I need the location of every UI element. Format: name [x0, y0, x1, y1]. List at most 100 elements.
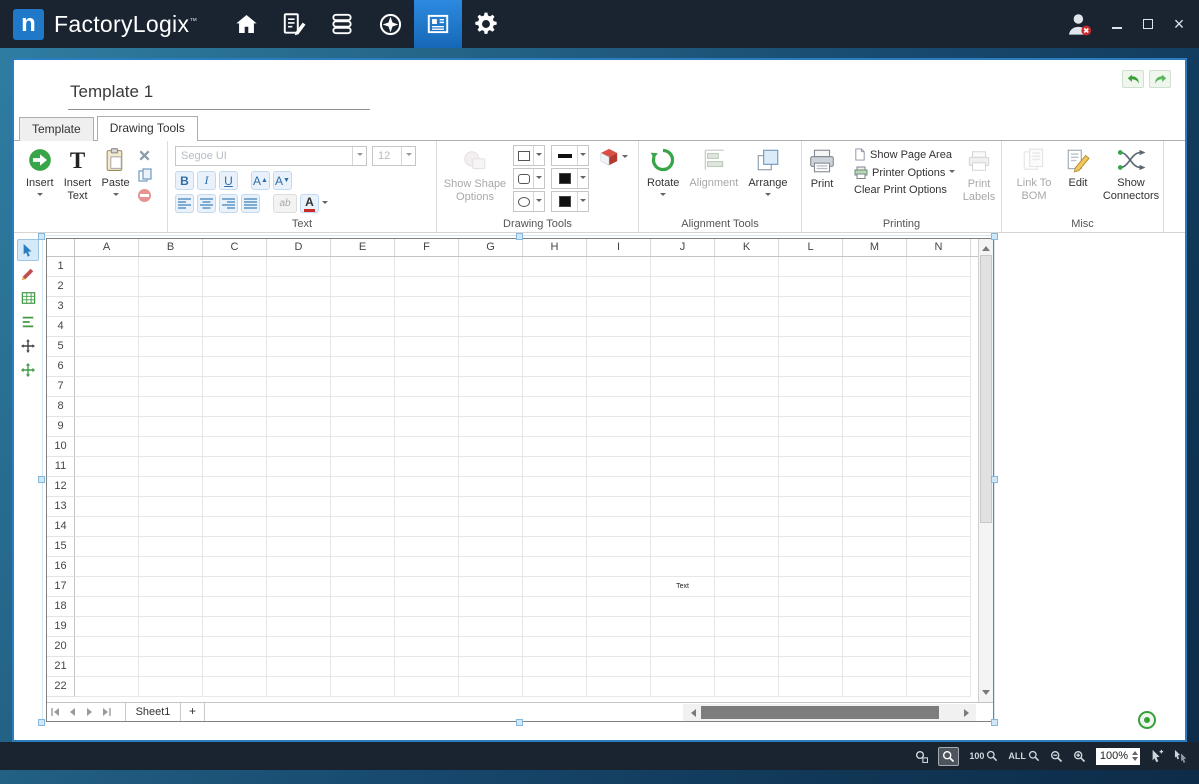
- cell-B15[interactable]: [139, 537, 203, 557]
- zoom-lock-button[interactable]: [915, 750, 928, 763]
- cell-B11[interactable]: [139, 457, 203, 477]
- cell-C16[interactable]: [203, 557, 267, 577]
- cell-K16[interactable]: [715, 557, 779, 577]
- pen-tool-button[interactable]: [17, 263, 39, 285]
- template-title-field[interactable]: Template 1: [68, 80, 370, 110]
- spreadsheet[interactable]: ABCDEFGHIJKLMN 1234567891011121314151617…: [46, 238, 994, 722]
- fill-color-select[interactable]: [551, 191, 589, 212]
- cell-N14[interactable]: [907, 517, 971, 537]
- cell-E22[interactable]: [331, 677, 395, 697]
- cell-K17[interactable]: [715, 577, 779, 597]
- cell-C13[interactable]: [203, 497, 267, 517]
- cell-B21[interactable]: [139, 657, 203, 677]
- cell-L22[interactable]: [779, 677, 843, 697]
- cell-J5[interactable]: [651, 337, 715, 357]
- cell-L4[interactable]: [779, 317, 843, 337]
- cell-E9[interactable]: [331, 417, 395, 437]
- cell-N21[interactable]: [907, 657, 971, 677]
- cell-C9[interactable]: [203, 417, 267, 437]
- column-header-N[interactable]: N: [907, 239, 971, 256]
- cell-K1[interactable]: [715, 257, 779, 277]
- cell-I22[interactable]: [587, 677, 651, 697]
- cell-K9[interactable]: [715, 417, 779, 437]
- arrange-button[interactable]: Arrange: [748, 145, 787, 199]
- next-sheet-button[interactable]: [81, 703, 98, 721]
- horizontal-scrollbar[interactable]: [683, 704, 976, 721]
- paste-button[interactable]: Paste: [102, 145, 130, 199]
- cell-M12[interactable]: [843, 477, 907, 497]
- insert-text-button[interactable]: T Insert Text: [61, 145, 95, 203]
- row-header-3[interactable]: 3: [47, 297, 75, 317]
- font-family-select[interactable]: Segoe UI: [175, 146, 367, 166]
- cell-C22[interactable]: [203, 677, 267, 697]
- cell-B9[interactable]: [139, 417, 203, 437]
- cell-I10[interactable]: [587, 437, 651, 457]
- row-header-14[interactable]: 14: [47, 517, 75, 537]
- cell-A21[interactable]: [75, 657, 139, 677]
- resize-handle-top-left[interactable]: [38, 233, 45, 240]
- cell-L16[interactable]: [779, 557, 843, 577]
- column-header-H[interactable]: H: [523, 239, 587, 256]
- cell-B5[interactable]: [139, 337, 203, 357]
- cell-K3[interactable]: [715, 297, 779, 317]
- shape-3d-select[interactable]: [599, 148, 628, 168]
- cell-D20[interactable]: [267, 637, 331, 657]
- cell-J13[interactable]: [651, 497, 715, 517]
- cell-A11[interactable]: [75, 457, 139, 477]
- cell-A17[interactable]: [75, 577, 139, 597]
- delete-button[interactable]: [137, 187, 153, 203]
- cell-N22[interactable]: [907, 677, 971, 697]
- select-tool-button[interactable]: [17, 239, 39, 261]
- cell-D5[interactable]: [267, 337, 331, 357]
- user-logout-icon[interactable]: [1064, 9, 1094, 39]
- cell-L13[interactable]: [779, 497, 843, 517]
- cell-I7[interactable]: [587, 377, 651, 397]
- design-canvas[interactable]: ABCDEFGHIJKLMN 1234567891011121314151617…: [14, 233, 1185, 740]
- pointer-add-button[interactable]: [1150, 749, 1164, 763]
- cell-D22[interactable]: [267, 677, 331, 697]
- cell-M2[interactable]: [843, 277, 907, 297]
- cell-E2[interactable]: [331, 277, 395, 297]
- cell-M4[interactable]: [843, 317, 907, 337]
- minimize-button[interactable]: [1109, 17, 1125, 31]
- row-header-20[interactable]: 20: [47, 637, 75, 657]
- underline-button[interactable]: U: [219, 171, 238, 190]
- cell-I6[interactable]: [587, 357, 651, 377]
- italic-button[interactable]: I: [197, 171, 216, 190]
- row-header-19[interactable]: 19: [47, 617, 75, 637]
- cell-M8[interactable]: [843, 397, 907, 417]
- cell-B13[interactable]: [139, 497, 203, 517]
- cell-G12[interactable]: [459, 477, 523, 497]
- column-header-A[interactable]: A: [75, 239, 139, 256]
- align-justify-button[interactable]: [241, 194, 260, 213]
- align-center-button[interactable]: [197, 194, 216, 213]
- cell-H10[interactable]: [523, 437, 587, 457]
- row-header-21[interactable]: 21: [47, 657, 75, 677]
- cell-D12[interactable]: [267, 477, 331, 497]
- cell-L3[interactable]: [779, 297, 843, 317]
- printer-options-dropdown-arrow[interactable]: [949, 170, 955, 176]
- cell-M3[interactable]: [843, 297, 907, 317]
- cell-N20[interactable]: [907, 637, 971, 657]
- cell-J18[interactable]: [651, 597, 715, 617]
- cell-E12[interactable]: [331, 477, 395, 497]
- cell-I9[interactable]: [587, 417, 651, 437]
- maximize-button[interactable]: [1140, 17, 1156, 31]
- cell-H7[interactable]: [523, 377, 587, 397]
- rounded-rect-shape-select[interactable]: [513, 168, 545, 189]
- cell-H8[interactable]: [523, 397, 587, 417]
- cell-L19[interactable]: [779, 617, 843, 637]
- show-page-area-button[interactable]: Show Page Area: [854, 148, 955, 161]
- cell-E8[interactable]: [331, 397, 395, 417]
- cell-D4[interactable]: [267, 317, 331, 337]
- resize-handle-bottom-left[interactable]: [38, 719, 45, 726]
- cell-H3[interactable]: [523, 297, 587, 317]
- cell-D18[interactable]: [267, 597, 331, 617]
- zoom-all-button[interactable]: ALL: [1008, 750, 1040, 762]
- cell-D14[interactable]: [267, 517, 331, 537]
- column-header-G[interactable]: G: [459, 239, 523, 256]
- nav-templates-button-active[interactable]: [414, 0, 462, 48]
- cell-G16[interactable]: [459, 557, 523, 577]
- cell-F2[interactable]: [395, 277, 459, 297]
- cell-K15[interactable]: [715, 537, 779, 557]
